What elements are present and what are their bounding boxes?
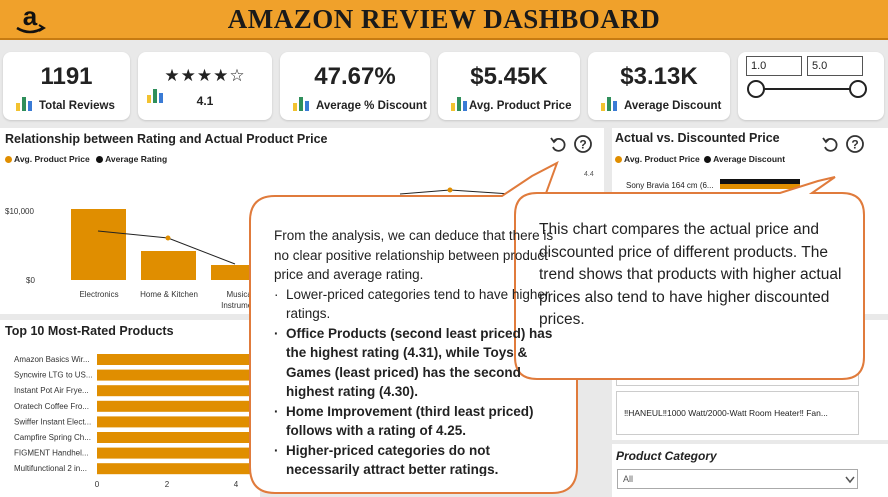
right-callout-text: This chart compares the actual price and… (539, 221, 842, 328)
callout-bullet: · Higher-priced categories do not necessa… (274, 442, 499, 477)
left-callout-text: From the analysis, we can deduce that th… (274, 226, 564, 476)
callout-intro: From the analysis, we can deduce that th… (274, 228, 554, 282)
callout-bullet: · Home Improvement (third least priced) f… (274, 403, 534, 439)
callout-bullet: · Lower-priced categories tend to have hi… (274, 286, 550, 322)
callout-bullet: · Office Products (second least priced) h… (274, 325, 553, 400)
